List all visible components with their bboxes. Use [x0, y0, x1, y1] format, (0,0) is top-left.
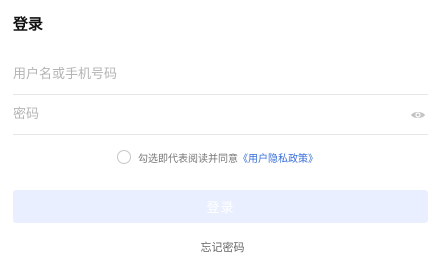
password-input[interactable]: [13, 95, 393, 134]
username-field: [13, 55, 428, 95]
agreement-text: 勾选即代表阅读并同意: [138, 153, 238, 165]
agreement-row: 勾选即代表阅读并同意 《用户隐私政策》: [0, 147, 445, 167]
login-button[interactable]: 登录: [13, 190, 428, 223]
page-title: 登录: [13, 15, 44, 33]
agreement-checkbox[interactable]: [117, 150, 131, 164]
password-field: [13, 95, 428, 135]
forgot-password-link[interactable]: 忘记密码: [0, 240, 445, 256]
privacy-policy-link[interactable]: 《用户隐私政策》: [238, 150, 318, 165]
username-input[interactable]: [13, 55, 393, 94]
eye-icon[interactable]: [410, 107, 426, 123]
